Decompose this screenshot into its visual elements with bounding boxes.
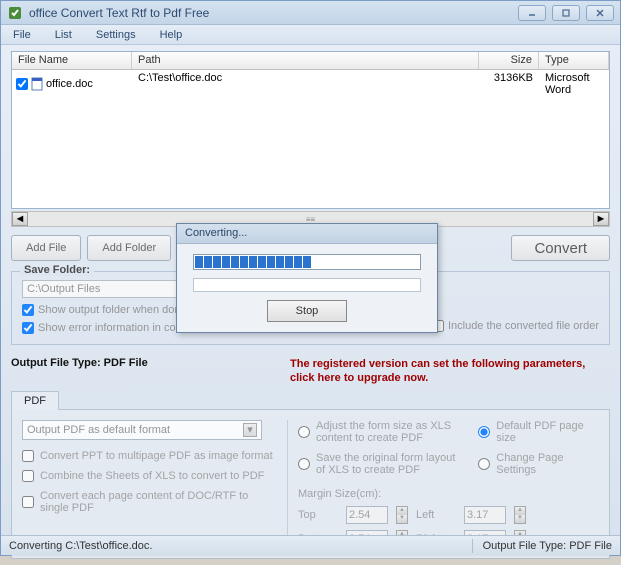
stop-button[interactable]: Stop — [267, 300, 347, 322]
main-window: office Convert Text Rtf to Pdf Free File… — [0, 0, 621, 556]
close-button[interactable] — [586, 5, 614, 21]
app-icon — [7, 5, 23, 21]
table-header: File Name Path Size Type — [12, 52, 609, 70]
maximize-button[interactable] — [552, 5, 580, 21]
col-size[interactable]: Size — [479, 52, 539, 69]
cell-size: 3136KB — [479, 72, 539, 96]
add-folder-button[interactable]: Add Folder — [87, 235, 171, 261]
status-converting: Converting C:\Test\office.doc. — [9, 540, 462, 552]
scroll-left-icon[interactable]: ◄ — [12, 212, 28, 226]
window-title: office Convert Text Rtf to Pdf Free — [29, 6, 518, 20]
cell-path: C:\Test\office.doc — [132, 72, 479, 96]
ppt-multipage-checkbox[interactable] — [22, 450, 34, 462]
combine-xls-checkbox[interactable] — [22, 470, 34, 482]
show-error-checkbox[interactable] — [22, 322, 34, 334]
menu-file[interactable]: File — [7, 27, 37, 43]
default-size-radio[interactable] — [478, 426, 490, 438]
cell-filename: office.doc — [46, 78, 93, 90]
combo-value: Output PDF as default format — [27, 424, 170, 436]
convert-button[interactable]: Convert — [511, 235, 610, 261]
output-type-label: Output File Type: PDF File — [11, 357, 148, 369]
row-checkbox[interactable] — [16, 78, 28, 90]
table-row[interactable]: office.doc C:\Test\office.doc 3136KB Mic… — [12, 70, 609, 98]
each-page-checkbox[interactable] — [22, 496, 34, 508]
minimize-button[interactable] — [518, 5, 546, 21]
menubar: File List Settings Help — [1, 25, 620, 45]
scroll-right-icon[interactable]: ► — [593, 212, 609, 226]
progress-bar — [193, 254, 421, 270]
cell-type: Microsoft Word — [539, 72, 609, 96]
save-folder-title: Save Folder: — [20, 264, 94, 276]
col-path[interactable]: Path — [132, 52, 479, 69]
window-controls — [518, 5, 614, 21]
margin-left-input[interactable]: 3.17 — [464, 506, 506, 524]
include-order-label: Include the converted file order — [448, 320, 599, 332]
status-output-type: Output File Type: PDF File — [483, 540, 612, 552]
adjust-form-radio[interactable] — [298, 426, 310, 438]
save-orig-radio[interactable] — [298, 458, 310, 470]
col-filename[interactable]: File Name — [12, 52, 132, 69]
margin-top-input[interactable]: 2.54 — [346, 506, 388, 524]
spinner-icon[interactable]: ▲▼ — [396, 506, 408, 524]
chevron-down-icon[interactable]: ▾ — [243, 423, 257, 437]
show-output-checkbox[interactable] — [22, 304, 34, 316]
file-list: File Name Path Size Type office.doc C:\T… — [11, 51, 610, 209]
menu-list[interactable]: List — [49, 27, 78, 43]
tab-pdf[interactable]: PDF — [11, 391, 59, 410]
margin-size-label: Margin Size(cm): — [298, 488, 599, 500]
menu-help[interactable]: Help — [154, 27, 189, 43]
converting-dialog: Converting... Stop — [176, 223, 438, 333]
spinner-icon[interactable]: ▲▼ — [514, 506, 526, 524]
change-settings-radio[interactable] — [478, 458, 490, 470]
progress-bar-secondary — [193, 278, 421, 292]
word-doc-icon — [30, 77, 44, 91]
titlebar: office Convert Text Rtf to Pdf Free — [1, 1, 620, 25]
add-file-button[interactable]: Add File — [11, 235, 81, 261]
pdf-format-combo[interactable]: Output PDF as default format ▾ — [22, 420, 262, 440]
menu-settings[interactable]: Settings — [90, 27, 142, 43]
dialog-title: Converting... — [177, 224, 437, 244]
col-type[interactable]: Type — [539, 52, 609, 69]
show-output-label: Show output folder when done — [38, 304, 187, 316]
upgrade-notice[interactable]: The registered version can set the follo… — [290, 357, 590, 386]
statusbar: Converting C:\Test\office.doc. Output Fi… — [1, 535, 620, 555]
